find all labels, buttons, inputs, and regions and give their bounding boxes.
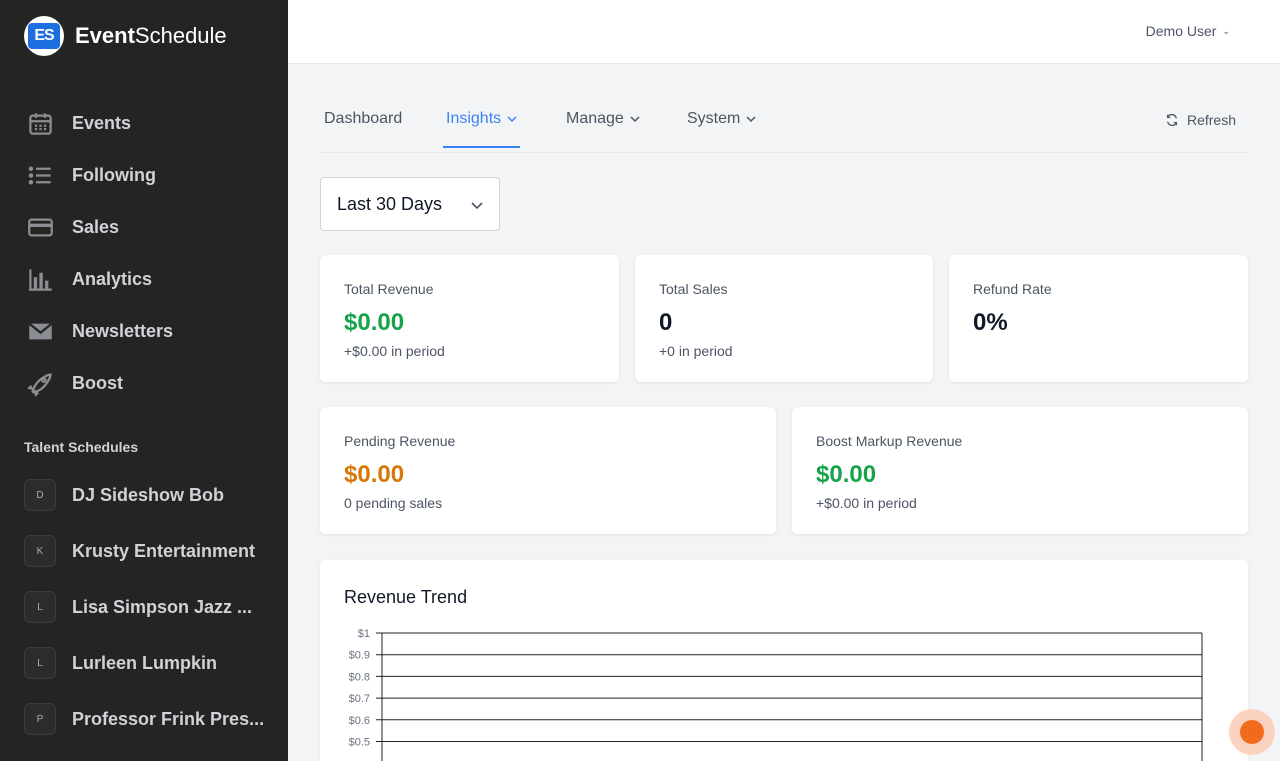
topbar: Demo User ⌄ (288, 0, 1280, 64)
sidebar-item-talent[interactable]: L Lurleen Lumpkin (0, 635, 288, 691)
user-menu[interactable]: Demo User ⌄ (1146, 23, 1230, 39)
sidebar-item-sales[interactable]: Sales (0, 201, 288, 253)
tab-system[interactable]: System (687, 110, 756, 128)
total-sales-card: Total Sales 0 +0 in period (635, 255, 933, 382)
date-range-value: Last 30 Days (337, 193, 443, 214)
sidebar-nav: Events Following Sales Analytics Newslet… (0, 97, 288, 409)
talent-name: Professor Frink Pres... (72, 708, 265, 729)
card-label: Pending Revenue (344, 433, 456, 449)
card-value: 0 (659, 309, 673, 336)
avatar: P (24, 703, 56, 735)
y-tick-label: $0.6 (349, 715, 370, 727)
main-content: Dashboard Insights Manage System Refresh… (320, 64, 1248, 761)
sidebar-item-label: Boost (72, 372, 123, 393)
credit-card-icon (26, 213, 54, 241)
refresh-button[interactable]: Refresh (1165, 112, 1236, 128)
card-value: 0% (973, 309, 1008, 336)
sidebar: ES EventSchedule Events Following Sales (0, 0, 288, 761)
refresh-icon (1166, 114, 1177, 126)
tab-label: System (687, 110, 741, 127)
y-tick-label: $0.8 (349, 671, 370, 683)
card-label: Refund Rate (973, 281, 1052, 297)
sidebar-item-label: Newsletters (72, 320, 174, 341)
card-value: $0.00 (344, 309, 405, 336)
talent-name: Lurleen Lumpkin (72, 652, 218, 673)
tab-label: Dashboard (324, 110, 403, 127)
brand-logo-text: ES (28, 23, 60, 49)
sidebar-item-events[interactable]: Events (0, 97, 288, 149)
chevron-down-icon (746, 116, 756, 123)
sidebar-item-talent[interactable]: P Professor Frink Pres... (0, 691, 288, 747)
y-tick-label: $0.7 (349, 693, 370, 705)
chat-widget-button[interactable] (1229, 709, 1275, 755)
chevron-down-icon (507, 116, 517, 123)
chevron-down-icon (630, 116, 640, 123)
pending-revenue-card: Pending Revenue $0.00 0 pending sales (320, 407, 776, 534)
bar-chart-icon (26, 265, 54, 293)
sidebar-item-following[interactable]: Following (0, 149, 288, 201)
tab-manage[interactable]: Manage (566, 110, 640, 128)
sidebar-item-talent[interactable]: L Lisa Simpson Jazz ... (0, 579, 288, 635)
sidebar-item-label: Sales (72, 216, 120, 237)
sidebar-item-newsletters[interactable]: Newsletters (0, 305, 288, 357)
avatar: L (24, 591, 56, 623)
refund-rate-card: Refund Rate 0% (949, 255, 1248, 382)
calendar-icon (26, 109, 54, 137)
sidebar-item-boost[interactable]: Boost (0, 357, 288, 409)
card-value: $0.00 (344, 461, 405, 488)
tab-bar: Dashboard Insights Manage System Refresh (320, 64, 1248, 153)
card-subtext: +0 in period (659, 343, 733, 359)
card-label: Boost Markup Revenue (816, 433, 963, 449)
sidebar-item-label: Events (72, 112, 132, 133)
talent-name: DJ Sideshow Bob (72, 484, 225, 505)
rocket-icon (26, 369, 54, 397)
tab-label: Insights (446, 110, 502, 127)
y-tick-label: $0.5 (349, 737, 370, 749)
card-subtext: 0 pending sales (344, 495, 443, 511)
talent-name: Krusty Entertainment (72, 540, 256, 561)
y-tick-label: $0.9 (349, 650, 370, 662)
avatar: D (24, 479, 56, 511)
brand[interactable]: ES EventSchedule (0, 0, 288, 72)
tab-insights[interactable]: Insights (442, 110, 521, 148)
card-subtext: +$0.00 in period (816, 495, 917, 511)
refresh-label: Refresh (1186, 112, 1236, 128)
card-label: Total Revenue (344, 281, 434, 297)
avatar: K (24, 535, 56, 567)
card-label: Total Sales (659, 281, 728, 297)
list-icon (26, 161, 54, 189)
chevron-down-icon (471, 202, 483, 210)
sidebar-item-analytics[interactable]: Analytics (0, 253, 288, 305)
chat-widget-icon (1240, 720, 1264, 744)
talent-name: Lisa Simpson Jazz ... (72, 596, 253, 617)
revenue-trend-chart: $1 $0.9 $0.8 $0.7 $0.6 $0.5 (349, 628, 1203, 761)
y-tick-label: $1 (358, 628, 370, 640)
boost-markup-revenue-card: Boost Markup Revenue $0.00 +$0.00 in per… (792, 407, 1248, 534)
tab-dashboard[interactable]: Dashboard (324, 110, 402, 128)
envelope-icon (26, 317, 54, 345)
card-subtext: +$0.00 in period (344, 343, 445, 359)
brand-logo: ES (24, 16, 64, 56)
brand-name: EventSchedule (75, 23, 227, 48)
revenue-trend-card: Revenue Trend $1 $0.9 $0.8 $0.7 $0.6 $0.5 (320, 560, 1248, 761)
talent-schedules-heading: Talent Schedules (24, 439, 139, 455)
tab-label: Manage (566, 110, 624, 127)
user-name: Demo User (1145, 23, 1217, 39)
sidebar-item-talent[interactable]: K Krusty Entertainment (0, 523, 288, 579)
sidebar-item-talent[interactable]: D DJ Sideshow Bob (0, 467, 288, 523)
chevron-down-icon: ⌄ (1222, 25, 1230, 36)
total-revenue-card: Total Revenue $0.00 +$0.00 in period (320, 255, 619, 382)
sidebar-item-label: Analytics (72, 268, 153, 289)
card-value: $0.00 (816, 461, 877, 488)
sidebar-item-label: Following (72, 164, 156, 185)
avatar: L (24, 647, 56, 679)
date-range-select[interactable]: Last 30 Days (320, 177, 500, 231)
